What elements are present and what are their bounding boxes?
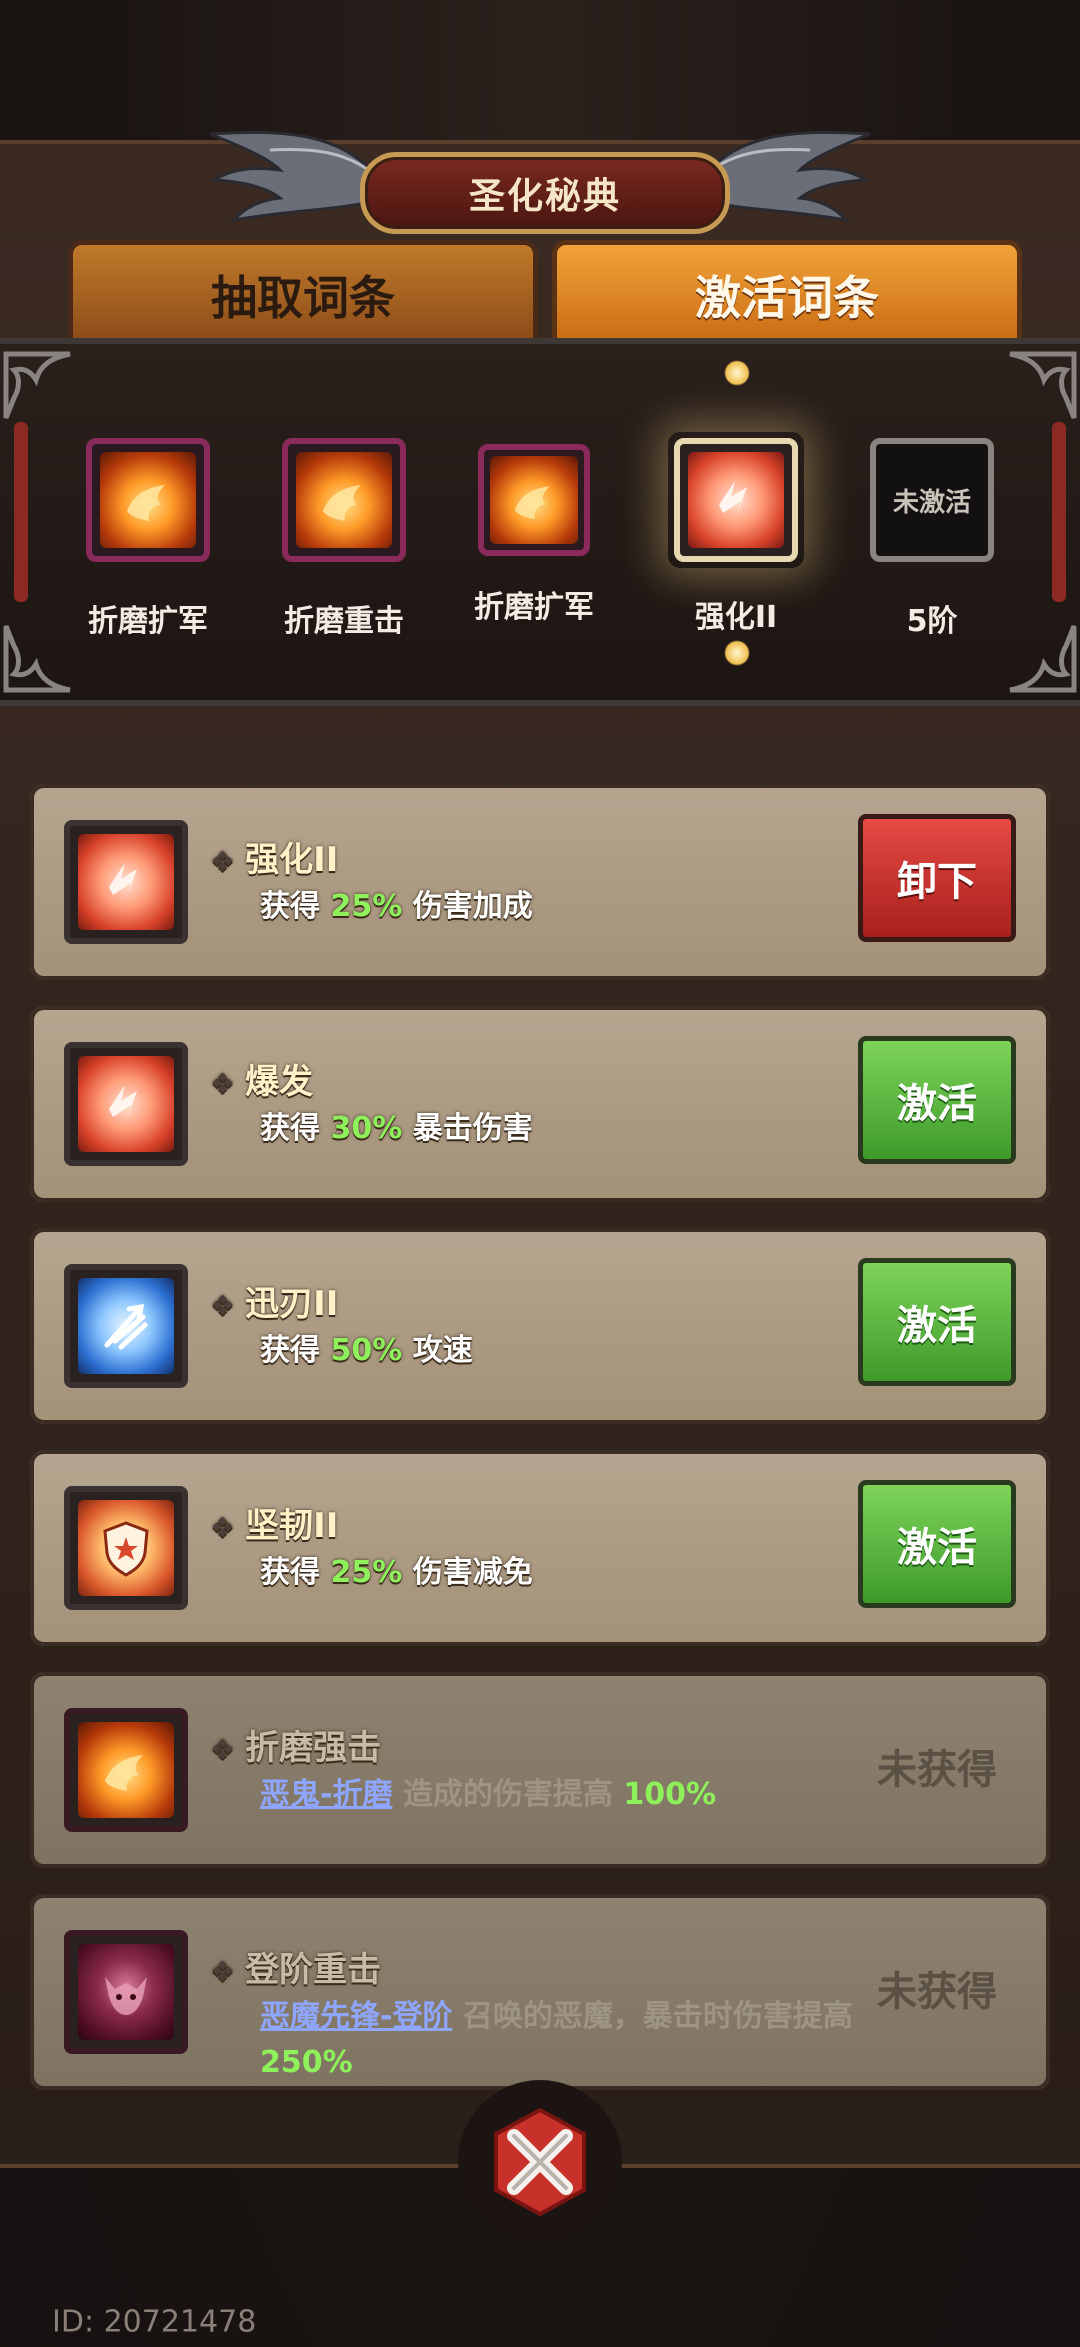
affix-card: ❖ 迅刃II 获得 50% 攻速 激活 xyxy=(30,1228,1050,1424)
affix-card: ❖ 爆发 获得 30% 暴击伤害 激活 xyxy=(30,1006,1050,1202)
equipped-slot-4[interactable] xyxy=(668,432,804,568)
affix-desc: 恶鬼-折磨 造成的伤害提高 100% xyxy=(260,1777,717,1812)
close-button[interactable] xyxy=(458,2080,622,2244)
slot-label: 折磨重击 xyxy=(284,604,404,639)
affix-name: ❖ 登阶重击 xyxy=(210,1950,382,1990)
affix-icon-frame xyxy=(64,1708,188,1832)
fire-icon xyxy=(78,1722,174,1818)
affix-name: ❖ 坚韧II xyxy=(210,1506,339,1546)
demon-icon xyxy=(78,1944,174,2040)
activate-button[interactable]: 激活 xyxy=(858,1258,1016,1386)
locked-slot-text: 未激活 xyxy=(892,487,971,518)
equipped-slot-1[interactable] xyxy=(80,432,216,568)
affix-name: ❖ 爆发 xyxy=(210,1062,314,1102)
glow-marker-icon xyxy=(724,640,750,666)
activate-button[interactable]: 激活 xyxy=(858,1036,1016,1164)
ornament-corner-icon xyxy=(1009,351,1077,419)
ornament-corner-icon xyxy=(3,351,71,419)
affix-desc: 获得 25% 伤害减免 xyxy=(260,1555,533,1590)
affix-name: ❖ 强化II xyxy=(210,840,339,880)
speed-icon xyxy=(78,1278,174,1374)
affix-card: ❖ 强化II 获得 25% 伤害加成 卸下 xyxy=(30,784,1050,980)
slot-frame xyxy=(282,438,406,562)
equipped-affix-strip: 折磨扩军 折磨重击 折磨扩军 强化II 未激活 5阶 xyxy=(0,338,1080,706)
affix-desc: 恶魔先锋-登阶 召唤的恶魔，暴击时伤害提高 250% xyxy=(260,1999,853,2080)
slot-frame xyxy=(478,444,590,556)
fire-icon xyxy=(490,456,578,544)
tab-draw-affix[interactable]: 抽取词条 xyxy=(68,240,538,350)
affix-card: ❖ 坚韧II 获得 25% 伤害减免 激活 xyxy=(30,1450,1050,1646)
player-id: ID: 20721478 xyxy=(52,2304,257,2340)
equipped-slot-2[interactable] xyxy=(276,432,412,568)
slot-label: 折磨扩军 xyxy=(474,590,594,625)
glow-marker-icon xyxy=(724,360,750,386)
affix-icon-frame xyxy=(64,1486,188,1610)
affix-icon-frame xyxy=(64,820,188,944)
affix-desc: 获得 30% 暴击伤害 xyxy=(260,1111,533,1146)
affix-icon-frame xyxy=(64,1930,188,2054)
affix-name: ❖ 迅刃II xyxy=(210,1284,339,1324)
slot-frame xyxy=(86,438,210,562)
page-title: 圣化秘典 xyxy=(360,152,730,234)
slot-label: 折磨扩军 xyxy=(88,604,208,639)
slot-label: 强化II xyxy=(694,600,778,635)
skill-link[interactable]: 恶鬼-折磨 xyxy=(260,1777,392,1812)
affix-desc: 获得 50% 攻速 xyxy=(260,1333,473,1368)
equipped-slot-3[interactable] xyxy=(474,440,594,560)
title-banner: 圣化秘典 xyxy=(200,120,880,240)
power-icon xyxy=(78,1056,174,1152)
status-not-obtained: 未获得 xyxy=(877,1747,997,1793)
power-icon xyxy=(688,452,784,548)
affix-card-locked: ❖ 折磨强击 恶鬼-折磨 造成的伤害提高 100% 未获得 xyxy=(30,1672,1050,1868)
affix-card-locked: ❖ 登阶重击 恶魔先锋-登阶 召唤的恶魔，暴击时伤害提高 250% 未获得 xyxy=(30,1894,1050,2090)
power-icon xyxy=(78,834,174,930)
side-ornament xyxy=(1052,422,1066,602)
shield-icon xyxy=(78,1500,174,1596)
affix-icon-frame xyxy=(64,1264,188,1388)
tab-activate-affix[interactable]: 激活词条 xyxy=(552,240,1022,350)
fire-icon xyxy=(296,452,392,548)
affix-name: ❖ 折磨强击 xyxy=(210,1728,382,1768)
close-icon xyxy=(494,2107,586,2217)
slot-label: 5阶 xyxy=(906,604,958,639)
affix-icon-frame xyxy=(64,1042,188,1166)
slot-frame xyxy=(674,438,798,562)
locked-slot-frame: 未激活 xyxy=(870,438,994,562)
unequip-button[interactable]: 卸下 xyxy=(858,814,1016,942)
activate-button[interactable]: 激活 xyxy=(858,1480,1016,1608)
equipped-slot-5[interactable]: 未激活 xyxy=(864,432,1000,568)
side-ornament xyxy=(14,422,28,602)
skill-link[interactable]: 恶魔先锋-登阶 xyxy=(260,1999,452,2034)
status-not-obtained: 未获得 xyxy=(877,1969,997,2015)
fire-icon xyxy=(100,452,196,548)
affix-desc: 获得 25% 伤害加成 xyxy=(260,889,533,924)
